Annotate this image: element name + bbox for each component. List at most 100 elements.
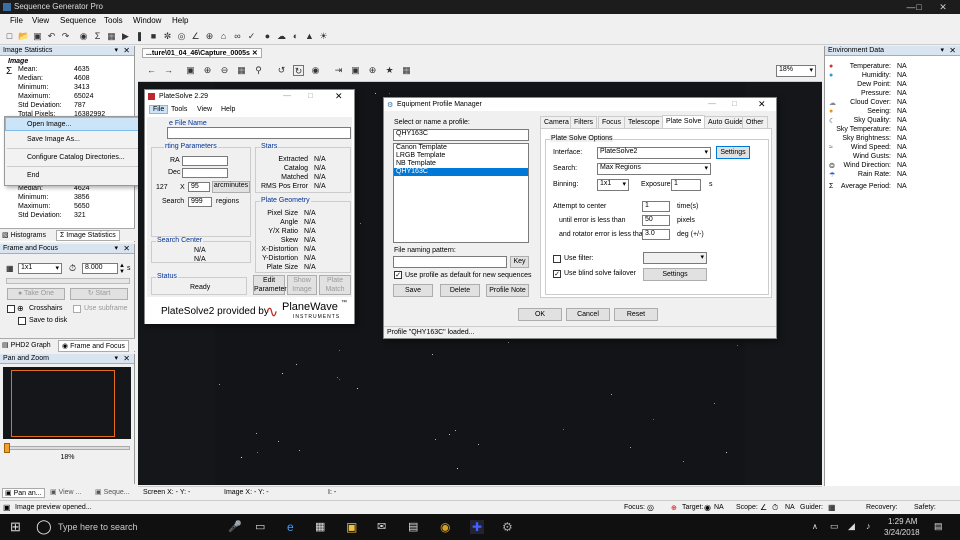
zoom-actual-icon[interactable]: ▦ — [236, 65, 247, 76]
list-item[interactable]: LRGB Template — [394, 152, 528, 160]
use-filter-checkbox[interactable] — [553, 255, 561, 263]
edit-parameters-button[interactable]: Edit Parameters — [253, 275, 290, 295]
cortana-icon[interactable]: ◯ — [36, 518, 52, 535]
arcminutes-button[interactable]: arcminutes — [212, 181, 250, 193]
flats-icon[interactable]: ◐ — [290, 31, 301, 42]
save-to-disk-checkbox[interactable] — [18, 317, 26, 325]
rotator-error-input[interactable]: 3.0 — [642, 229, 670, 240]
take-one-button[interactable]: ● Take One — [7, 288, 65, 300]
crosshair-icon[interactable]: ⊕ — [367, 65, 378, 76]
file-naming-input[interactable] — [393, 256, 507, 268]
platesolve-maximize[interactable]: □ — [308, 91, 313, 100]
tab-other[interactable]: Other — [742, 116, 768, 128]
use-default-checkbox[interactable]: ✓ — [394, 271, 402, 279]
delete-button[interactable]: Delete — [440, 284, 480, 297]
menu-open-image[interactable]: Open Image... — [27, 121, 71, 128]
filter-select[interactable]: ▾ — [643, 252, 707, 264]
crop-icon[interactable]: ▦ — [106, 31, 117, 42]
fov-height-input[interactable]: 95 — [188, 182, 210, 192]
task-view-icon[interactable]: ▭ — [255, 520, 265, 533]
close-button[interactable]: ✕ — [926, 0, 960, 14]
stretch-icon[interactable]: ⇥ — [333, 65, 344, 76]
pin-icon[interactable]: ▾ — [114, 244, 118, 254]
list-item[interactable]: NB Template — [394, 160, 528, 168]
close-panel-icon[interactable]: ✕ — [123, 46, 130, 56]
interface-select[interactable]: PlateSolve2 ▾ — [597, 147, 711, 159]
open-folder-icon[interactable]: 📂 — [18, 31, 29, 42]
tab-frame-and-focus[interactable]: ◉ Frame and Focus — [58, 340, 129, 352]
pin-icon[interactable]: ▾ — [114, 46, 118, 56]
exposure-input[interactable]: 1 — [671, 179, 701, 191]
close-panel-icon[interactable]: ✕ — [949, 46, 956, 56]
zoom-slider-track[interactable] — [4, 446, 130, 450]
volume-icon[interactable]: ♪ — [866, 521, 871, 531]
pin-icon[interactable]: ▾ — [940, 46, 944, 56]
tab-plate-solve[interactable]: Plate Solve — [662, 115, 706, 128]
epm-taskbar-icon[interactable]: ⚙ — [502, 520, 513, 534]
focus-icon[interactable]: ◎ — [176, 31, 187, 42]
store-icon[interactable]: ▦ — [315, 520, 325, 533]
platesolve-menu-tools[interactable]: Tools — [171, 106, 187, 113]
filter-wheel-icon[interactable]: ✼ — [162, 31, 173, 42]
dec-input[interactable] — [182, 168, 228, 178]
undo-icon[interactable]: ↶ — [46, 31, 57, 42]
tab-phd2-graph[interactable]: ▤ PHD2 Graph — [2, 341, 51, 349]
menu-end[interactable]: End — [27, 172, 39, 179]
cloud-icon[interactable]: ☁ — [276, 31, 287, 42]
pin-icon[interactable]: ▾ — [114, 354, 118, 364]
redo-icon[interactable]: ↷ — [60, 31, 71, 42]
platesolve-taskbar-icon[interactable]: ✚ — [470, 520, 485, 534]
notifications-icon[interactable]: ▤ — [934, 521, 943, 532]
save-button[interactable]: Save — [393, 284, 433, 297]
rotate-right-icon[interactable]: ↻ — [293, 65, 304, 76]
dome-icon[interactable]: ▲ — [304, 31, 315, 42]
list-item[interactable]: Canon Template — [394, 144, 528, 152]
grid-icon[interactable]: ▦ — [401, 65, 412, 76]
park-icon[interactable]: ∞ — [232, 31, 243, 42]
menu-window[interactable]: Window — [133, 16, 161, 25]
menu-view[interactable]: View — [32, 16, 49, 25]
platesolve-minimize[interactable]: — — [283, 91, 291, 100]
taskbar-search-text[interactable]: Type here to search — [58, 522, 138, 532]
people-icon[interactable]: ∧ — [812, 522, 818, 531]
binning-select[interactable]: 1x1 ▾ — [18, 263, 62, 274]
zoom-in-icon[interactable]: ⊕ — [202, 65, 213, 76]
zoom-select[interactable]: 18% ▾ — [776, 65, 816, 77]
forward-arrow-icon[interactable]: → — [163, 65, 174, 76]
profile-list[interactable]: Canon Template LRGB Template NB Template… — [393, 143, 529, 243]
pause-icon[interactable]: ❚ — [134, 31, 145, 42]
tab-image-statistics[interactable]: Σ Image Statistics — [56, 230, 120, 241]
list-item-selected[interactable]: QHY163C — [394, 168, 528, 176]
close-panel-icon[interactable]: ✕ — [123, 244, 130, 254]
profile-note-button[interactable]: Profile Note — [486, 284, 529, 297]
network-icon[interactable]: ◢ — [848, 521, 855, 532]
platesolve-menu-view[interactable]: View — [197, 106, 212, 113]
tab-auto-guide[interactable]: Auto Guide — [704, 116, 748, 128]
profile-name-input[interactable]: QHY163C — [393, 129, 529, 141]
zoom-selection-icon[interactable]: ⚲ — [253, 65, 264, 76]
tab-camera[interactable]: Camera — [540, 116, 573, 128]
key-button[interactable]: Key — [510, 256, 529, 268]
home-icon[interactable]: ⌂ — [218, 31, 229, 42]
platesolve-menu-help[interactable]: Help — [221, 106, 235, 113]
zoom-fit-icon[interactable]: ▣ — [185, 65, 196, 76]
pixel-error-input[interactable]: 50 — [642, 215, 670, 226]
image-file-input[interactable] — [167, 127, 351, 139]
telescope-icon[interactable]: ∠ — [190, 31, 201, 42]
zoom-out-icon[interactable]: ⊖ — [219, 65, 230, 76]
stop-icon[interactable]: ■ — [148, 31, 159, 42]
platesolve-close[interactable]: ✕ — [335, 91, 343, 102]
pan-zoom-preview[interactable] — [3, 367, 131, 439]
camera-icon[interactable]: ◉ — [78, 31, 89, 42]
windows-start-icon[interactable]: ⊞ — [10, 519, 21, 535]
menu-file[interactable]: File — [10, 16, 23, 25]
zoom-slider-thumb[interactable] — [4, 443, 10, 453]
interface-settings-button[interactable]: Settings — [716, 146, 750, 159]
frame-icon[interactable]: ▣ — [350, 65, 361, 76]
epm-close[interactable]: ✕ — [758, 99, 766, 110]
epm-maximize[interactable]: □ — [732, 99, 737, 108]
sgpro-taskbar-icon[interactable]: ◉ — [440, 520, 450, 534]
menu-save-image-as[interactable]: Save Image As... — [27, 136, 80, 143]
sigma-icon[interactable]: Σ — [92, 31, 103, 42]
attempt-input[interactable]: 1 — [642, 201, 670, 212]
